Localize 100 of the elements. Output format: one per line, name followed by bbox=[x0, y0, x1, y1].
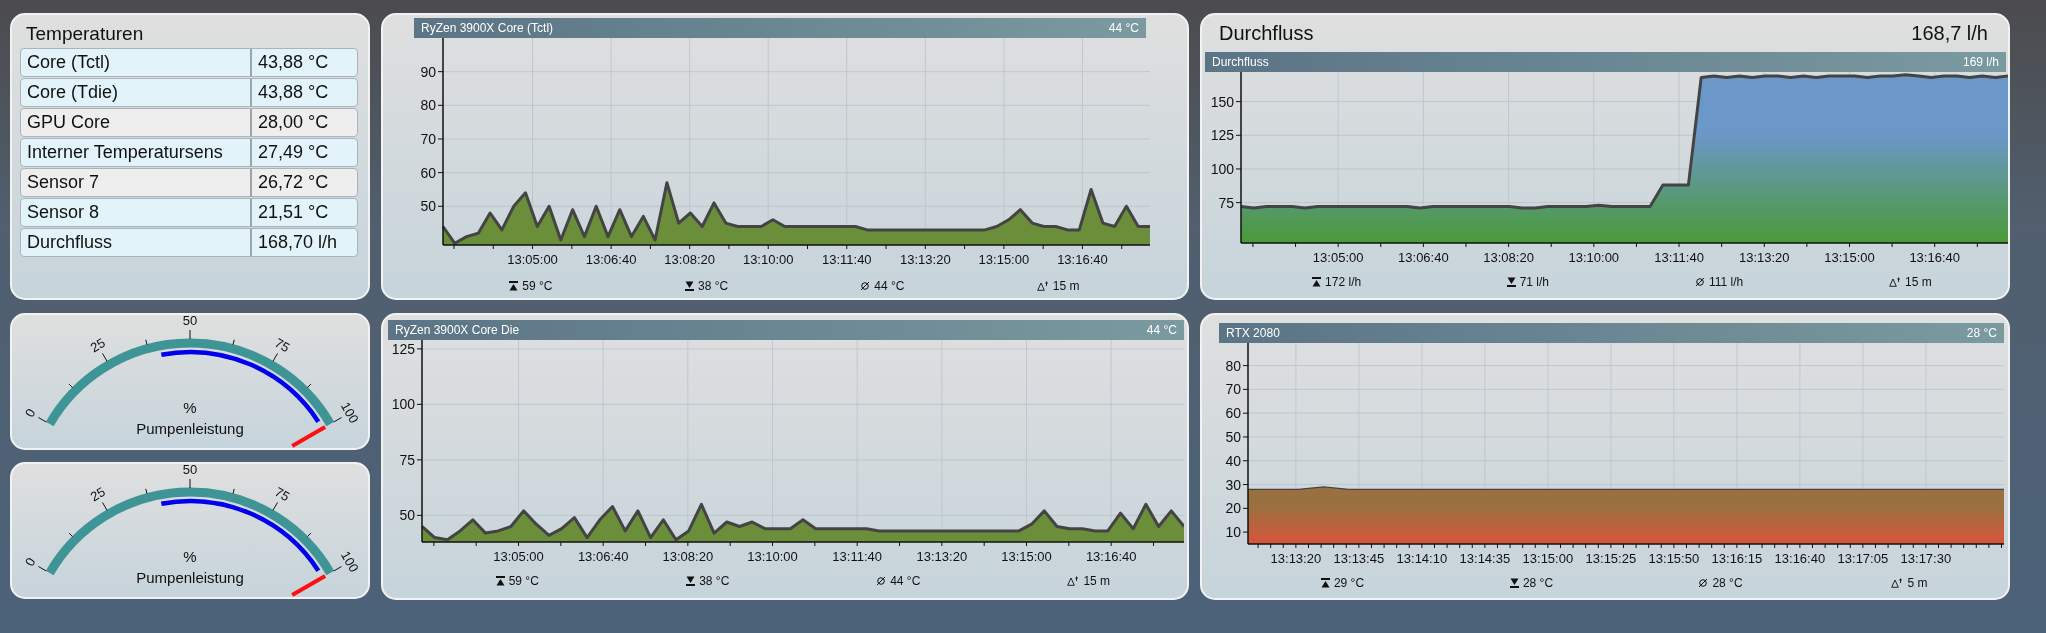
stat-value: 172 l/h bbox=[1325, 275, 1362, 289]
axis-label: 13:13:45 bbox=[1333, 551, 1385, 566]
axis-label: 50 bbox=[399, 507, 415, 524]
table-cell: 26,72 °C bbox=[250, 169, 357, 196]
axis-label: 60 bbox=[420, 164, 436, 181]
stat-value: 38 °C bbox=[698, 279, 729, 293]
stat-value: 28 °C bbox=[1522, 576, 1554, 590]
table-cell-text: Sensor 8 bbox=[26, 201, 101, 224]
axis-label: 13:13:20 bbox=[1270, 551, 1322, 566]
table-cell-text: Sensor 7 bbox=[26, 171, 101, 194]
table-cell-text: Core (Tctl) bbox=[26, 51, 111, 74]
gauge-label: 25 bbox=[87, 335, 108, 356]
gauge-label: 75 bbox=[272, 484, 293, 505]
axis-label: 13:10:00 bbox=[747, 549, 798, 564]
axis-label: 13:15:00 bbox=[978, 252, 1030, 267]
chart-title: RyZen 3900X Core Die bbox=[395, 323, 520, 337]
stat-value: 15 m bbox=[1905, 275, 1932, 289]
stat-value: 28 °C bbox=[1712, 576, 1743, 590]
axis-label: 40 bbox=[1225, 452, 1241, 469]
axis-label: 13:08:20 bbox=[1483, 250, 1534, 265]
table-cell: 28,00 °C bbox=[250, 109, 357, 136]
axis-label: 13:10:00 bbox=[742, 252, 794, 267]
axis-label: 13:05:00 bbox=[493, 549, 544, 564]
axis-label: 13:11:40 bbox=[821, 252, 872, 267]
axis-label: 13:17:05 bbox=[1837, 551, 1889, 566]
gauge-label: 100 bbox=[337, 548, 362, 575]
axis-label: 60 bbox=[1225, 405, 1241, 422]
current-value: 169 l/h bbox=[1962, 55, 1999, 69]
gauge-unit: % bbox=[183, 399, 197, 416]
table-cell-text: GPU Core bbox=[26, 111, 112, 134]
gauge-label: Pumpenleistung bbox=[136, 569, 244, 586]
axis-label: 13:06:40 bbox=[1398, 250, 1449, 265]
panel-value: 168,7 l/h bbox=[1911, 22, 1988, 45]
axis-label: 13:06:40 bbox=[585, 252, 637, 267]
axis-label: 13:16:15 bbox=[1711, 551, 1763, 566]
axis-label: 10 bbox=[1225, 524, 1241, 541]
stat-value: 111 l/h bbox=[1709, 275, 1744, 289]
axis-label: 13:11:40 bbox=[832, 549, 882, 564]
table-cell: 43,88 °C bbox=[250, 79, 357, 106]
table-cell-text: Interner Temperatursens bbox=[26, 141, 224, 164]
axis-label: 80 bbox=[420, 97, 436, 114]
chart-title: RyZen 3900X Core (Tctl) bbox=[421, 21, 554, 35]
stat-value: 15 m bbox=[1083, 574, 1111, 588]
gauge-label: Pumpenleistung bbox=[136, 420, 244, 437]
stat-value: 15 m bbox=[1052, 279, 1080, 293]
axis-label: 13:05:00 bbox=[1312, 250, 1364, 265]
gauge-label: 50 bbox=[182, 464, 198, 477]
axis-label: 70 bbox=[420, 131, 436, 147]
axis-label: 13:13:20 bbox=[900, 252, 951, 267]
table-cell-text: Core (Tdie) bbox=[26, 81, 120, 104]
gauge-label: 100 bbox=[337, 399, 362, 426]
stat-value: 44 °C bbox=[890, 574, 921, 588]
axis-label: 13:05:00 bbox=[507, 252, 558, 267]
stat-value: 59 °C bbox=[522, 279, 553, 293]
stat-value: 44 °C bbox=[874, 279, 905, 293]
current-value: 44 °C bbox=[1108, 21, 1139, 35]
axis-label: 75 bbox=[1218, 194, 1234, 211]
panel-title: Durchfluss bbox=[1219, 22, 1314, 45]
axis-label: 13:14:10 bbox=[1396, 551, 1448, 566]
axis-label: 100 bbox=[1210, 160, 1234, 177]
current-value: 44 °C bbox=[1146, 323, 1177, 337]
axis-label: 90 bbox=[420, 63, 436, 80]
axis-label: 13:16:40 bbox=[1774, 551, 1826, 566]
chart-title: RTX 2080 bbox=[1226, 326, 1280, 340]
axis-label: 13:10:00 bbox=[1568, 250, 1620, 265]
stat-value: 71 l/h bbox=[1519, 275, 1550, 289]
card-title: Temperaturen bbox=[26, 23, 145, 45]
table-cell: 27,49 °C bbox=[250, 139, 357, 166]
axis-label: 13:15:00 bbox=[1522, 551, 1574, 566]
axis-label: 13:06:40 bbox=[577, 549, 629, 564]
gauge-label: 25 bbox=[87, 484, 108, 505]
current-value: 28 °C bbox=[1966, 326, 1997, 340]
axis-label: 13:13:20 bbox=[916, 549, 968, 564]
axis-label: 100 bbox=[391, 396, 415, 413]
axis-label: 125 bbox=[1210, 127, 1234, 144]
table-cell-text: Durchfluss bbox=[26, 231, 114, 254]
axis-label: 13:15:00 bbox=[1824, 250, 1875, 265]
axis-label: 13:15:25 bbox=[1585, 551, 1637, 566]
gauge-label: 50 bbox=[182, 315, 198, 328]
table-cell: 168,70 l/h bbox=[250, 229, 357, 256]
axis-label: 30 bbox=[1225, 476, 1241, 493]
axis-label: 13:15:00 bbox=[1001, 549, 1052, 564]
gauge-label: 0 bbox=[21, 405, 39, 420]
table-cell: 43,88 °C bbox=[250, 49, 357, 76]
stat-value: 5 m bbox=[1907, 576, 1928, 590]
axis-label: 13:08:20 bbox=[662, 549, 714, 564]
axis-label: 13:13:20 bbox=[1738, 250, 1790, 265]
axis-label: 13:08:20 bbox=[664, 252, 715, 267]
stat-value: 29 °C bbox=[1333, 576, 1365, 590]
axis-label: 125 bbox=[391, 340, 415, 357]
axis-label: 13:16:40 bbox=[1057, 252, 1108, 267]
axis-label: 13:11:40 bbox=[1654, 250, 1704, 265]
axis-label: 13:15:50 bbox=[1648, 551, 1700, 566]
stat-value: 59 °C bbox=[508, 574, 539, 588]
axis-label: 13:14:35 bbox=[1459, 551, 1511, 566]
axis-label: 75 bbox=[399, 451, 415, 468]
axis-label: 13:16:40 bbox=[1909, 250, 1960, 265]
axis-label: 50 bbox=[420, 198, 436, 215]
axis-label: 20 bbox=[1225, 500, 1241, 517]
axis-label: 70 bbox=[1225, 381, 1241, 398]
